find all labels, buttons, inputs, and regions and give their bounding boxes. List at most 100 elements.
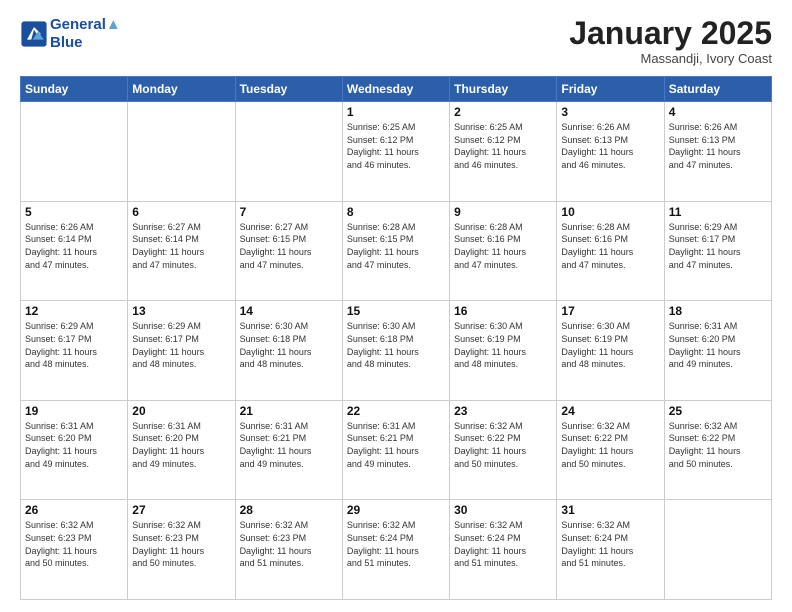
- day-cell: 30Sunrise: 6:32 AMSunset: 6:24 PMDayligh…: [450, 500, 557, 600]
- day-number: 25: [669, 404, 767, 418]
- day-cell: 9Sunrise: 6:28 AMSunset: 6:16 PMDaylight…: [450, 201, 557, 301]
- day-info: Sunrise: 6:32 AMSunset: 6:23 PMDaylight:…: [25, 519, 123, 569]
- day-number: 17: [561, 304, 659, 318]
- day-cell: 23Sunrise: 6:32 AMSunset: 6:22 PMDayligh…: [450, 400, 557, 500]
- page: General▲ Blue January 2025 Massandji, Iv…: [0, 0, 792, 612]
- week-row-3: 12 Sunrise: 6:29 AMSunset: 6:17 PMDayligh…: [21, 301, 772, 401]
- day-cell: 21 Sunrise: 6:31 AMSunset: 6:21 PMDayligh…: [235, 400, 342, 500]
- day-cell: 29Sunrise: 6:32 AMSunset: 6:24 PMDayligh…: [342, 500, 449, 600]
- day-info: Sunrise: 6:26 AMSunset: 6:13 PMDaylight:…: [561, 121, 659, 171]
- day-number: 3: [561, 105, 659, 119]
- day-cell: 16 Sunrise: 6:30 AMSunset: 6:19 PMDayligh…: [450, 301, 557, 401]
- day-info: Sunrise: 6:32 AMSunset: 6:22 PMDaylight:…: [669, 420, 767, 470]
- day-info: Sunrise: 6:27 AMSunset: 6:15 PMDaylight:…: [240, 221, 338, 271]
- day-info: Sunrise: 6:31 AMSunset: 6:20 PMDaylight:…: [669, 320, 767, 370]
- weekday-tuesday: Tuesday: [235, 77, 342, 102]
- logo-text: General▲ Blue: [50, 16, 121, 52]
- day-cell: 26 Sunrise: 6:32 AMSunset: 6:23 PMDayligh…: [21, 500, 128, 600]
- day-cell: 7 Sunrise: 6:27 AMSunset: 6:15 PMDaylight…: [235, 201, 342, 301]
- day-info: Sunrise: 6:30 AMSunset: 6:18 PMDaylight:…: [240, 320, 338, 370]
- weekday-thursday: Thursday: [450, 77, 557, 102]
- day-info: Sunrise: 6:30 AMSunset: 6:18 PMDaylight:…: [347, 320, 445, 370]
- day-info: Sunrise: 6:25 AMSunset: 6:12 PMDaylight:…: [454, 121, 552, 171]
- day-number: 21: [240, 404, 338, 418]
- day-number: 16: [454, 304, 552, 318]
- day-info: Sunrise: 6:31 AMSunset: 6:21 PMDaylight:…: [240, 420, 338, 470]
- header: General▲ Blue January 2025 Massandji, Iv…: [20, 16, 772, 66]
- day-number: 6: [132, 205, 230, 219]
- day-cell: [664, 500, 771, 600]
- day-cell: 27 Sunrise: 6:32 AMSunset: 6:23 PMDayligh…: [128, 500, 235, 600]
- day-info: Sunrise: 6:29 AMSunset: 6:17 PMDaylight:…: [25, 320, 123, 370]
- day-info: Sunrise: 6:28 AMSunset: 6:16 PMDaylight:…: [561, 221, 659, 271]
- day-number: 12: [25, 304, 123, 318]
- day-info: Sunrise: 6:30 AMSunset: 6:19 PMDaylight:…: [454, 320, 552, 370]
- day-info: Sunrise: 6:31 AMSunset: 6:21 PMDaylight:…: [347, 420, 445, 470]
- logo-icon: [20, 20, 48, 48]
- week-row-1: 1 Sunrise: 6:25 AMSunset: 6:12 PMDaylight…: [21, 102, 772, 202]
- day-number: 30: [454, 503, 552, 517]
- day-info: Sunrise: 6:26 AMSunset: 6:13 PMDaylight:…: [669, 121, 767, 171]
- day-info: Sunrise: 6:25 AMSunset: 6:12 PMDaylight:…: [347, 121, 445, 171]
- title-area: January 2025 Massandji, Ivory Coast: [569, 16, 772, 66]
- day-info: Sunrise: 6:30 AMSunset: 6:19 PMDaylight:…: [561, 320, 659, 370]
- day-number: 27: [132, 503, 230, 517]
- logo: General▲ Blue: [20, 16, 121, 52]
- calendar-table: SundayMondayTuesdayWednesdayThursdayFrid…: [20, 76, 772, 600]
- day-cell: [128, 102, 235, 202]
- day-number: 19: [25, 404, 123, 418]
- day-cell: 22Sunrise: 6:31 AMSunset: 6:21 PMDayligh…: [342, 400, 449, 500]
- day-number: 1: [347, 105, 445, 119]
- day-cell: 8 Sunrise: 6:28 AMSunset: 6:15 PMDaylight…: [342, 201, 449, 301]
- day-number: 24: [561, 404, 659, 418]
- day-number: 26: [25, 503, 123, 517]
- day-info: Sunrise: 6:26 AMSunset: 6:14 PMDaylight:…: [25, 221, 123, 271]
- day-info: Sunrise: 6:32 AMSunset: 6:22 PMDaylight:…: [561, 420, 659, 470]
- day-number: 8: [347, 205, 445, 219]
- day-number: 23: [454, 404, 552, 418]
- week-row-5: 26 Sunrise: 6:32 AMSunset: 6:23 PMDayligh…: [21, 500, 772, 600]
- weekday-wednesday: Wednesday: [342, 77, 449, 102]
- weekday-saturday: Saturday: [664, 77, 771, 102]
- day-info: Sunrise: 6:31 AMSunset: 6:20 PMDaylight:…: [132, 420, 230, 470]
- day-cell: 6 Sunrise: 6:27 AMSunset: 6:14 PMDaylight…: [128, 201, 235, 301]
- day-cell: 2Sunrise: 6:25 AMSunset: 6:12 PMDaylight…: [450, 102, 557, 202]
- day-info: Sunrise: 6:29 AMSunset: 6:17 PMDaylight:…: [669, 221, 767, 271]
- day-cell: 4 Sunrise: 6:26 AMSunset: 6:13 PMDaylight…: [664, 102, 771, 202]
- day-number: 7: [240, 205, 338, 219]
- day-info: Sunrise: 6:32 AMSunset: 6:23 PMDaylight:…: [240, 519, 338, 569]
- week-row-2: 5Sunrise: 6:26 AMSunset: 6:14 PMDaylight…: [21, 201, 772, 301]
- day-cell: 13Sunrise: 6:29 AMSunset: 6:17 PMDayligh…: [128, 301, 235, 401]
- day-info: Sunrise: 6:28 AMSunset: 6:15 PMDaylight:…: [347, 221, 445, 271]
- day-cell: 12 Sunrise: 6:29 AMSunset: 6:17 PMDayligh…: [21, 301, 128, 401]
- day-cell: 24 Sunrise: 6:32 AMSunset: 6:22 PMDayligh…: [557, 400, 664, 500]
- day-cell: 3 Sunrise: 6:26 AMSunset: 6:13 PMDaylight…: [557, 102, 664, 202]
- day-info: Sunrise: 6:32 AMSunset: 6:23 PMDaylight:…: [132, 519, 230, 569]
- day-info: Sunrise: 6:32 AMSunset: 6:24 PMDaylight:…: [561, 519, 659, 569]
- weekday-monday: Monday: [128, 77, 235, 102]
- day-number: 11: [669, 205, 767, 219]
- day-cell: 1 Sunrise: 6:25 AMSunset: 6:12 PMDaylight…: [342, 102, 449, 202]
- day-cell: 17 Sunrise: 6:30 AMSunset: 6:19 PMDayligh…: [557, 301, 664, 401]
- day-number: 14: [240, 304, 338, 318]
- day-number: 28: [240, 503, 338, 517]
- day-info: Sunrise: 6:27 AMSunset: 6:14 PMDaylight:…: [132, 221, 230, 271]
- day-cell: 19 Sunrise: 6:31 AMSunset: 6:20 PMDayligh…: [21, 400, 128, 500]
- weekday-sunday: Sunday: [21, 77, 128, 102]
- day-cell: 20Sunrise: 6:31 AMSunset: 6:20 PMDayligh…: [128, 400, 235, 500]
- weekday-header-row: SundayMondayTuesdayWednesdayThursdayFrid…: [21, 77, 772, 102]
- day-cell: 28 Sunrise: 6:32 AMSunset: 6:23 PMDayligh…: [235, 500, 342, 600]
- day-cell: 11 Sunrise: 6:29 AMSunset: 6:17 PMDayligh…: [664, 201, 771, 301]
- day-number: 4: [669, 105, 767, 119]
- day-number: 15: [347, 304, 445, 318]
- day-number: 18: [669, 304, 767, 318]
- day-cell: 25 Sunrise: 6:32 AMSunset: 6:22 PMDayligh…: [664, 400, 771, 500]
- day-info: Sunrise: 6:28 AMSunset: 6:16 PMDaylight:…: [454, 221, 552, 271]
- day-info: Sunrise: 6:31 AMSunset: 6:20 PMDaylight:…: [25, 420, 123, 470]
- location: Massandji, Ivory Coast: [569, 51, 772, 66]
- day-number: 29: [347, 503, 445, 517]
- day-cell: [235, 102, 342, 202]
- month-title: January 2025: [569, 16, 772, 51]
- day-cell: 14 Sunrise: 6:30 AMSunset: 6:18 PMDayligh…: [235, 301, 342, 401]
- week-row-4: 19 Sunrise: 6:31 AMSunset: 6:20 PMDayligh…: [21, 400, 772, 500]
